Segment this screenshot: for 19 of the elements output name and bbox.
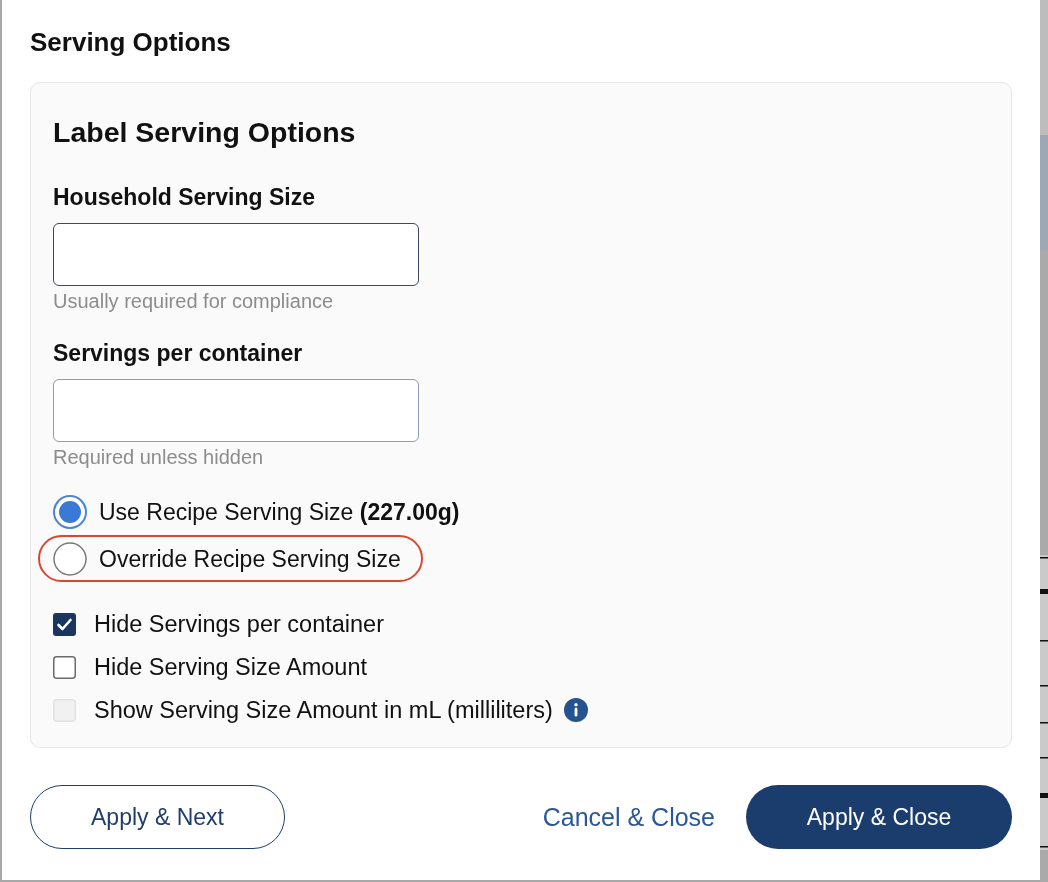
- helper-text: Usually required for compliance: [53, 289, 334, 313]
- field-label: Servings per container: [53, 339, 303, 367]
- input-field[interactable]: [53, 379, 419, 442]
- primary-button[interactable]: Apply & Close: [746, 785, 1012, 849]
- checkbox-label[interactable]: Hide Servings per container: [94, 610, 384, 638]
- section-heading: Label Serving Options: [53, 115, 356, 149]
- field-label: Household Serving Size: [53, 183, 315, 211]
- helper-text: Required unless hidden: [53, 445, 264, 469]
- dialog-title: Serving Options: [30, 27, 231, 57]
- radio-button[interactable]: [53, 541, 87, 576]
- text-link-button[interactable]: Cancel & Close: [542, 800, 715, 834]
- secondary-button[interactable]: Apply & Next: [30, 785, 285, 849]
- checkbox[interactable]: [53, 655, 76, 679]
- radio-button[interactable]: [53, 494, 87, 529]
- radio-label[interactable]: Override Recipe Serving Size: [99, 544, 401, 573]
- checkbox[interactable]: [53, 612, 76, 636]
- radio-label[interactable]: Use Recipe Serving Size (227.00g): [99, 497, 460, 526]
- input-field[interactable]: [53, 223, 419, 286]
- checkbox-label[interactable]: Hide Serving Size Amount: [94, 653, 367, 681]
